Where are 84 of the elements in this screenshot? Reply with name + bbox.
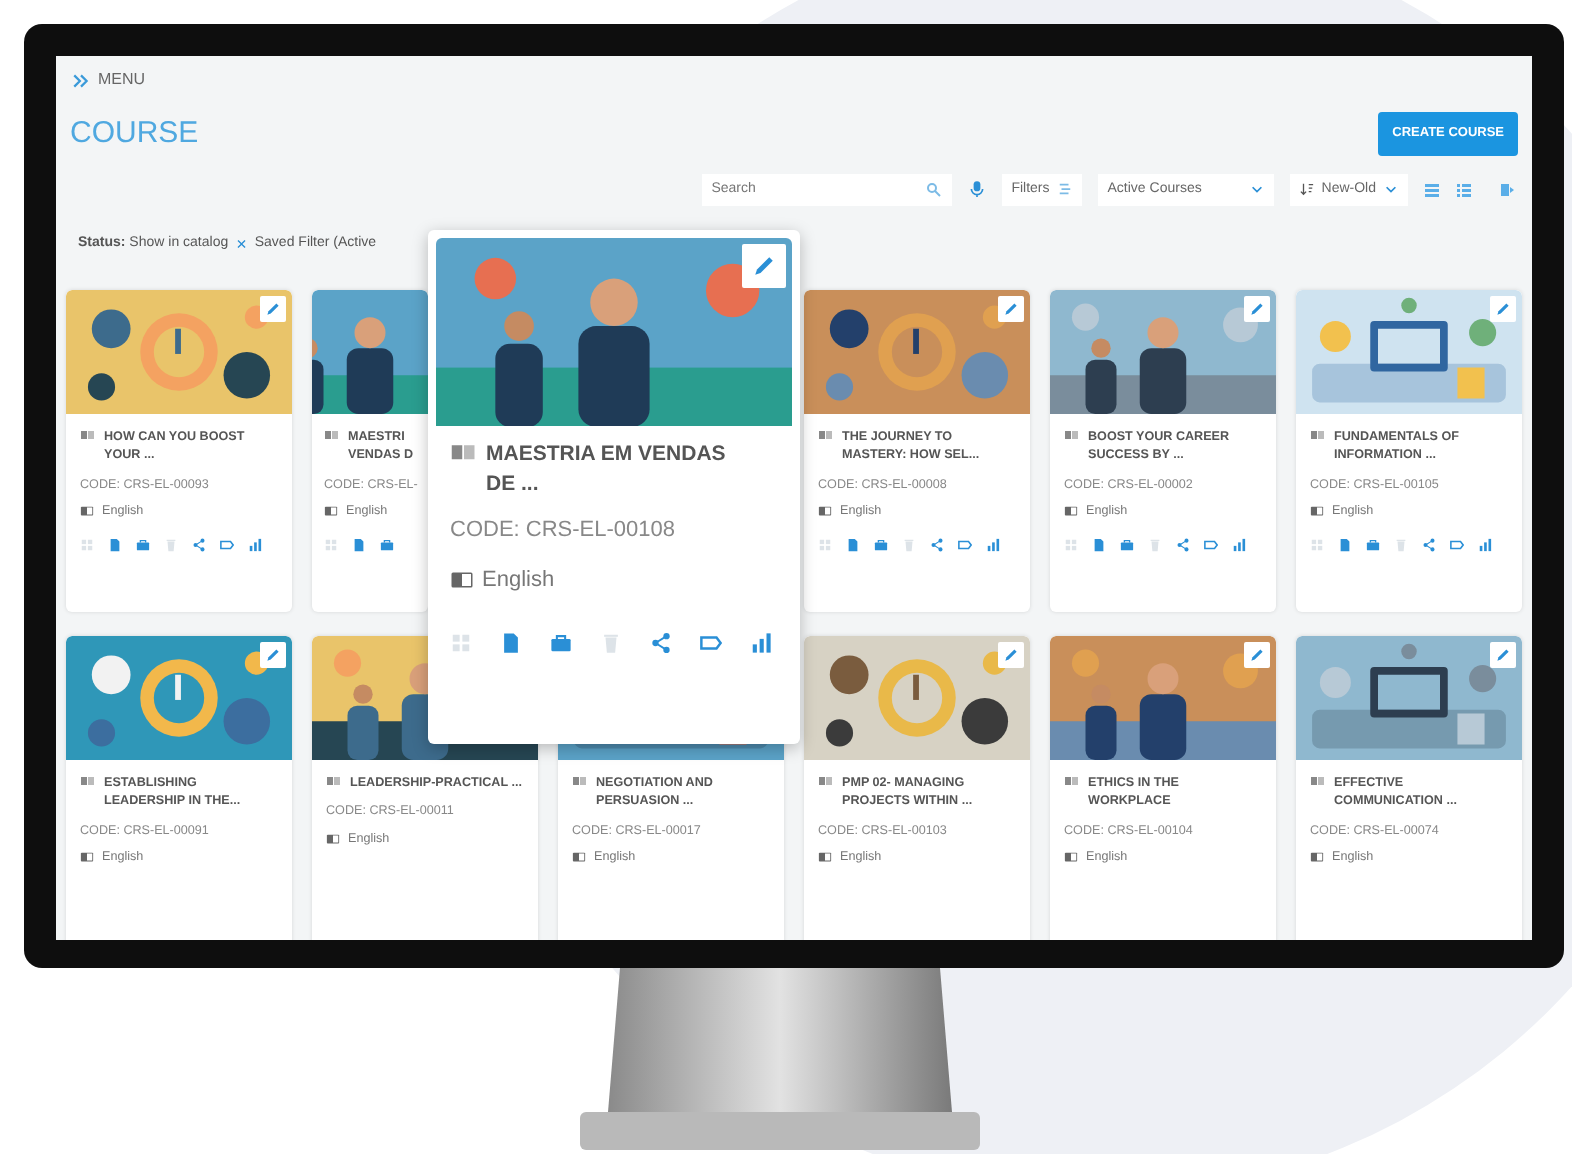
share-icon[interactable] [930,538,944,553]
language-icon [572,850,586,865]
document-icon[interactable] [846,538,860,553]
bar-chart-icon[interactable] [1232,538,1246,553]
list-view-icon[interactable] [1456,181,1472,198]
language-icon [1064,504,1078,519]
pencil-icon [264,646,282,665]
document-icon[interactable] [1092,538,1106,553]
share-icon[interactable] [650,632,672,655]
tag-icon[interactable] [220,538,234,553]
edit-button[interactable] [1490,642,1516,669]
export-icon[interactable] [1500,181,1516,198]
language-icon [1064,850,1078,865]
language-icon [80,850,94,865]
document-icon[interactable] [108,538,122,553]
language-label: English [482,565,555,596]
language-icon [450,568,474,593]
course-icon [1064,428,1080,445]
grid-view-icon[interactable] [1424,181,1440,198]
language-icon [324,504,338,519]
pencil-icon [1248,300,1266,319]
pencil-icon [1494,646,1512,665]
briefcase-icon[interactable] [1366,538,1380,553]
course-icon [326,774,342,791]
pencil-icon [1002,646,1020,665]
language-icon [818,850,832,865]
caret-icon [1249,182,1264,197]
pencil-icon [264,300,282,319]
edit-button[interactable] [260,642,286,669]
tag-icon[interactable] [1450,538,1464,553]
pencil-icon [1248,646,1266,665]
course-popup-card[interactable]: MAESTRIA EM VENDAS DE ... CODE: CRS-EL-00108 English [428,230,800,744]
pencil-icon [750,252,778,280]
bar-chart-icon[interactable] [1478,538,1492,553]
course-icon [572,774,588,791]
tag-icon[interactable] [700,632,722,655]
chevrons-icon[interactable] [72,71,90,89]
course-icon [324,428,340,445]
filter-icon [1057,182,1072,197]
edit-button[interactable] [1244,642,1270,669]
tag-icon[interactable] [958,538,972,553]
edit-button[interactable] [260,296,286,323]
document-icon[interactable] [500,632,522,655]
share-icon[interactable] [1422,538,1436,553]
course-icon [1310,774,1326,791]
course-icon [80,774,96,791]
sort-icon [1299,182,1314,197]
course-title: MAESTRIA EM VENDAS DE ... [486,440,726,499]
language-icon [1310,850,1324,865]
document-icon[interactable] [1338,538,1352,553]
bar-chart-icon[interactable] [248,538,262,553]
briefcase-icon[interactable] [380,538,394,553]
share-icon[interactable] [192,538,206,553]
search-icon [925,181,942,198]
edit-button[interactable] [1244,296,1270,323]
briefcase-icon[interactable] [1120,538,1134,553]
course-code: CODE: CRS-EL-00108 [450,516,677,547]
edit-button[interactable] [1490,296,1516,323]
course-icon [818,774,834,791]
page-title: COURSE [70,118,199,149]
microphone-icon[interactable] [967,180,986,199]
language-icon [1310,504,1324,519]
pencil-icon [1002,300,1020,319]
course-icon [818,428,834,445]
course-icon [1310,428,1326,445]
briefcase-icon[interactable] [874,538,888,553]
caret-icon [1384,182,1398,197]
language-icon [80,504,94,519]
share-icon[interactable] [1176,538,1190,553]
language-icon [818,504,832,519]
document-icon[interactable] [352,538,366,553]
menu-label: MENU [98,68,146,92]
bar-chart-icon[interactable] [750,632,772,655]
course-icon [1064,774,1080,791]
pencil-icon [1494,300,1512,319]
edit-button[interactable] [998,296,1024,323]
briefcase-icon[interactable] [550,632,572,655]
briefcase-icon[interactable] [136,538,150,553]
course-icon [80,428,96,445]
bar-chart-icon[interactable] [986,538,1000,553]
edit-button[interactable] [998,642,1024,669]
language-icon [326,832,340,847]
edit-button[interactable] [742,244,786,288]
tag-icon[interactable] [1204,538,1218,553]
